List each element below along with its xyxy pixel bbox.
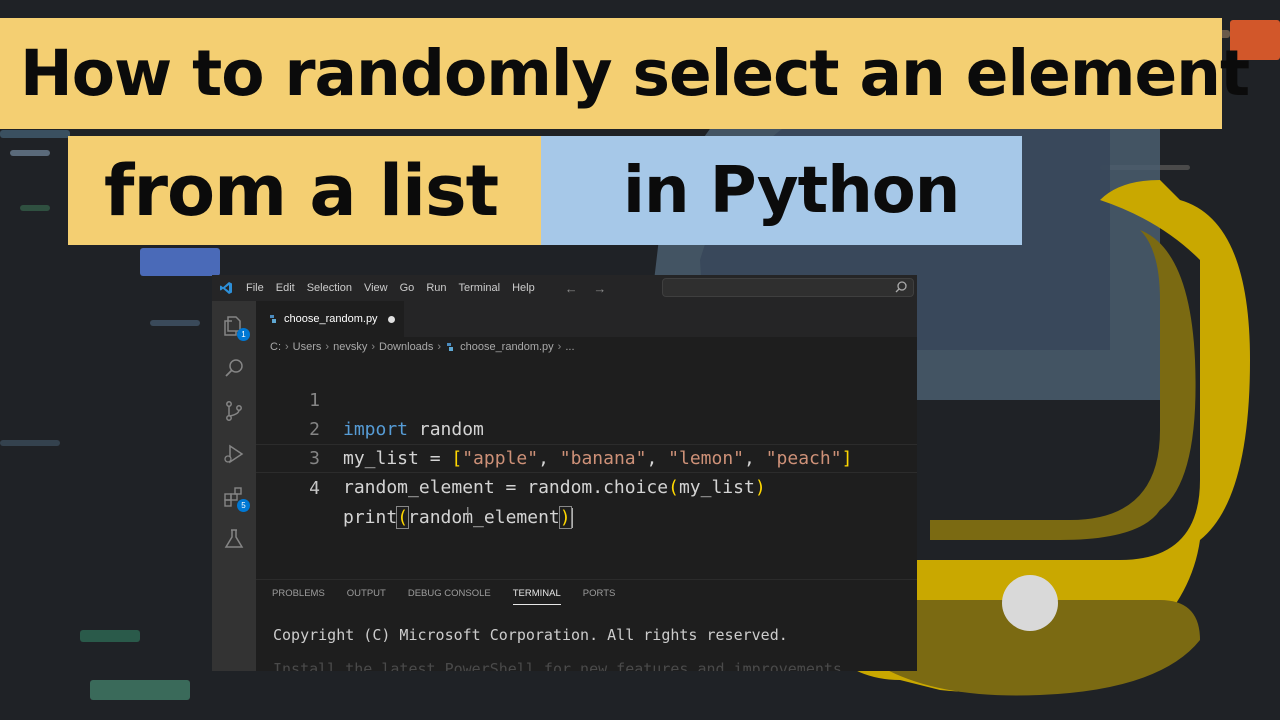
terminal-output-line[interactable]: Copyright (C) Microsoft Corporation. All… [273, 626, 788, 644]
breadcrumb-separator-icon: › [557, 341, 562, 353]
breadcrumb-users[interactable]: Users [293, 341, 322, 353]
menu-help[interactable]: Help [506, 282, 541, 294]
search-icon [895, 281, 907, 293]
paren-close: ) [754, 477, 766, 498]
vscode-logo-icon [212, 281, 240, 295]
code-line-4: 4 print(random_element) [256, 444, 917, 529]
function-print: print [343, 507, 398, 528]
paren-open: ( [396, 506, 410, 529]
tab-problems[interactable]: PROBLEMS [272, 588, 325, 605]
title-banner-line2-right: in Python [541, 136, 1022, 245]
nav-back-forward-arrows[interactable]: ← → [565, 281, 613, 296]
source-control-icon[interactable] [222, 399, 246, 423]
tab-output[interactable]: OUTPUT [347, 588, 386, 605]
python-file-icon [270, 315, 276, 323]
breadcrumb-separator-icon: › [437, 341, 442, 353]
extensions-icon[interactable]: 5 [222, 485, 250, 512]
testing-flask-icon[interactable] [222, 527, 246, 551]
breadcrumb-downloads[interactable]: Downloads [379, 341, 433, 353]
run-debug-icon[interactable] [222, 442, 246, 466]
code-line-3: 3 random_element = random.choice(my_list… [256, 415, 917, 498]
command-center-search[interactable] [662, 278, 914, 297]
vscode-window: File Edit Selection View Go Run Terminal… [212, 275, 917, 671]
breadcrumb-separator-icon: › [371, 341, 375, 353]
title-text-line1: How to randomly select an element [20, 37, 1250, 110]
title-bar: File Edit Selection View Go Run Terminal… [212, 275, 917, 301]
code-line-1: 1 import random [256, 357, 917, 440]
breadcrumb: C: › Users › nevsky › Downloads › choose_ran… [270, 337, 575, 357]
tab-ports[interactable]: PORTS [583, 588, 616, 605]
argument-my-list: my_list [678, 477, 755, 498]
breadcrumb-separator-icon: › [325, 341, 330, 353]
text-cursor [570, 508, 573, 528]
argument-random-element: random_element [408, 507, 560, 528]
title-banner-line2-left: from a list [68, 136, 541, 245]
menu-terminal[interactable]: Terminal [453, 282, 507, 294]
assignment-random-element: random_element = random.choice [343, 477, 669, 498]
title-banner-line1: How to randomly select an element [0, 18, 1250, 129]
paren-close: ) [558, 506, 572, 529]
menu-run[interactable]: Run [420, 282, 452, 294]
menu-selection[interactable]: Selection [301, 282, 358, 294]
panel-tabs: PROBLEMS OUTPUT DEBUG CONSOLE TERMINAL P… [272, 588, 637, 605]
bottom-panel: PROBLEMS OUTPUT DEBUG CONSOLE TERMINAL P… [256, 579, 917, 671]
breadcrumb-separator-icon: › [285, 341, 289, 353]
extensions-badge: 5 [237, 499, 250, 512]
title-text-in-python: in Python [623, 153, 960, 228]
menu-edit[interactable]: Edit [270, 282, 301, 294]
mouse-text-cursor-icon: I [466, 505, 470, 519]
terminal-output-faded-line: Install the latest PowerShell for new fe… [273, 660, 842, 671]
python-file-icon [447, 343, 454, 351]
breadcrumb-drive[interactable]: C: [270, 341, 281, 353]
tab-debug-console[interactable]: DEBUG CONSOLE [408, 588, 491, 605]
activity-bar: 1 5 [212, 301, 256, 671]
title-text-from-a-list: from a list [104, 149, 499, 232]
unsaved-dot-icon[interactable] [387, 315, 395, 323]
explorer-icon[interactable]: 1 [222, 314, 250, 341]
menu-view[interactable]: View [358, 282, 394, 294]
paren-open: ( [668, 477, 679, 498]
breadcrumb-user[interactable]: nevsky [333, 341, 367, 353]
code-editor[interactable]: 1 import random 2 my_list = ["apple", "b… [256, 357, 917, 579]
tab-choose-random[interactable]: choose_random.py [256, 301, 404, 337]
explorer-badge: 1 [237, 328, 250, 341]
tab-terminal[interactable]: TERMINAL [512, 588, 561, 605]
search-view-icon[interactable] [222, 357, 246, 381]
menu-go[interactable]: Go [394, 282, 421, 294]
tab-label: choose_random.py [284, 313, 378, 325]
code-line-2: 2 my_list = ["apple", "banana", "lemon",… [256, 386, 917, 469]
editor-tab-bar: choose_random.py [256, 301, 917, 337]
line-number: 4 [309, 478, 320, 499]
menu-file[interactable]: File [240, 282, 270, 294]
breadcrumb-file[interactable]: choose_random.py [460, 341, 554, 353]
breadcrumb-ellipsis[interactable]: ... [565, 341, 574, 353]
